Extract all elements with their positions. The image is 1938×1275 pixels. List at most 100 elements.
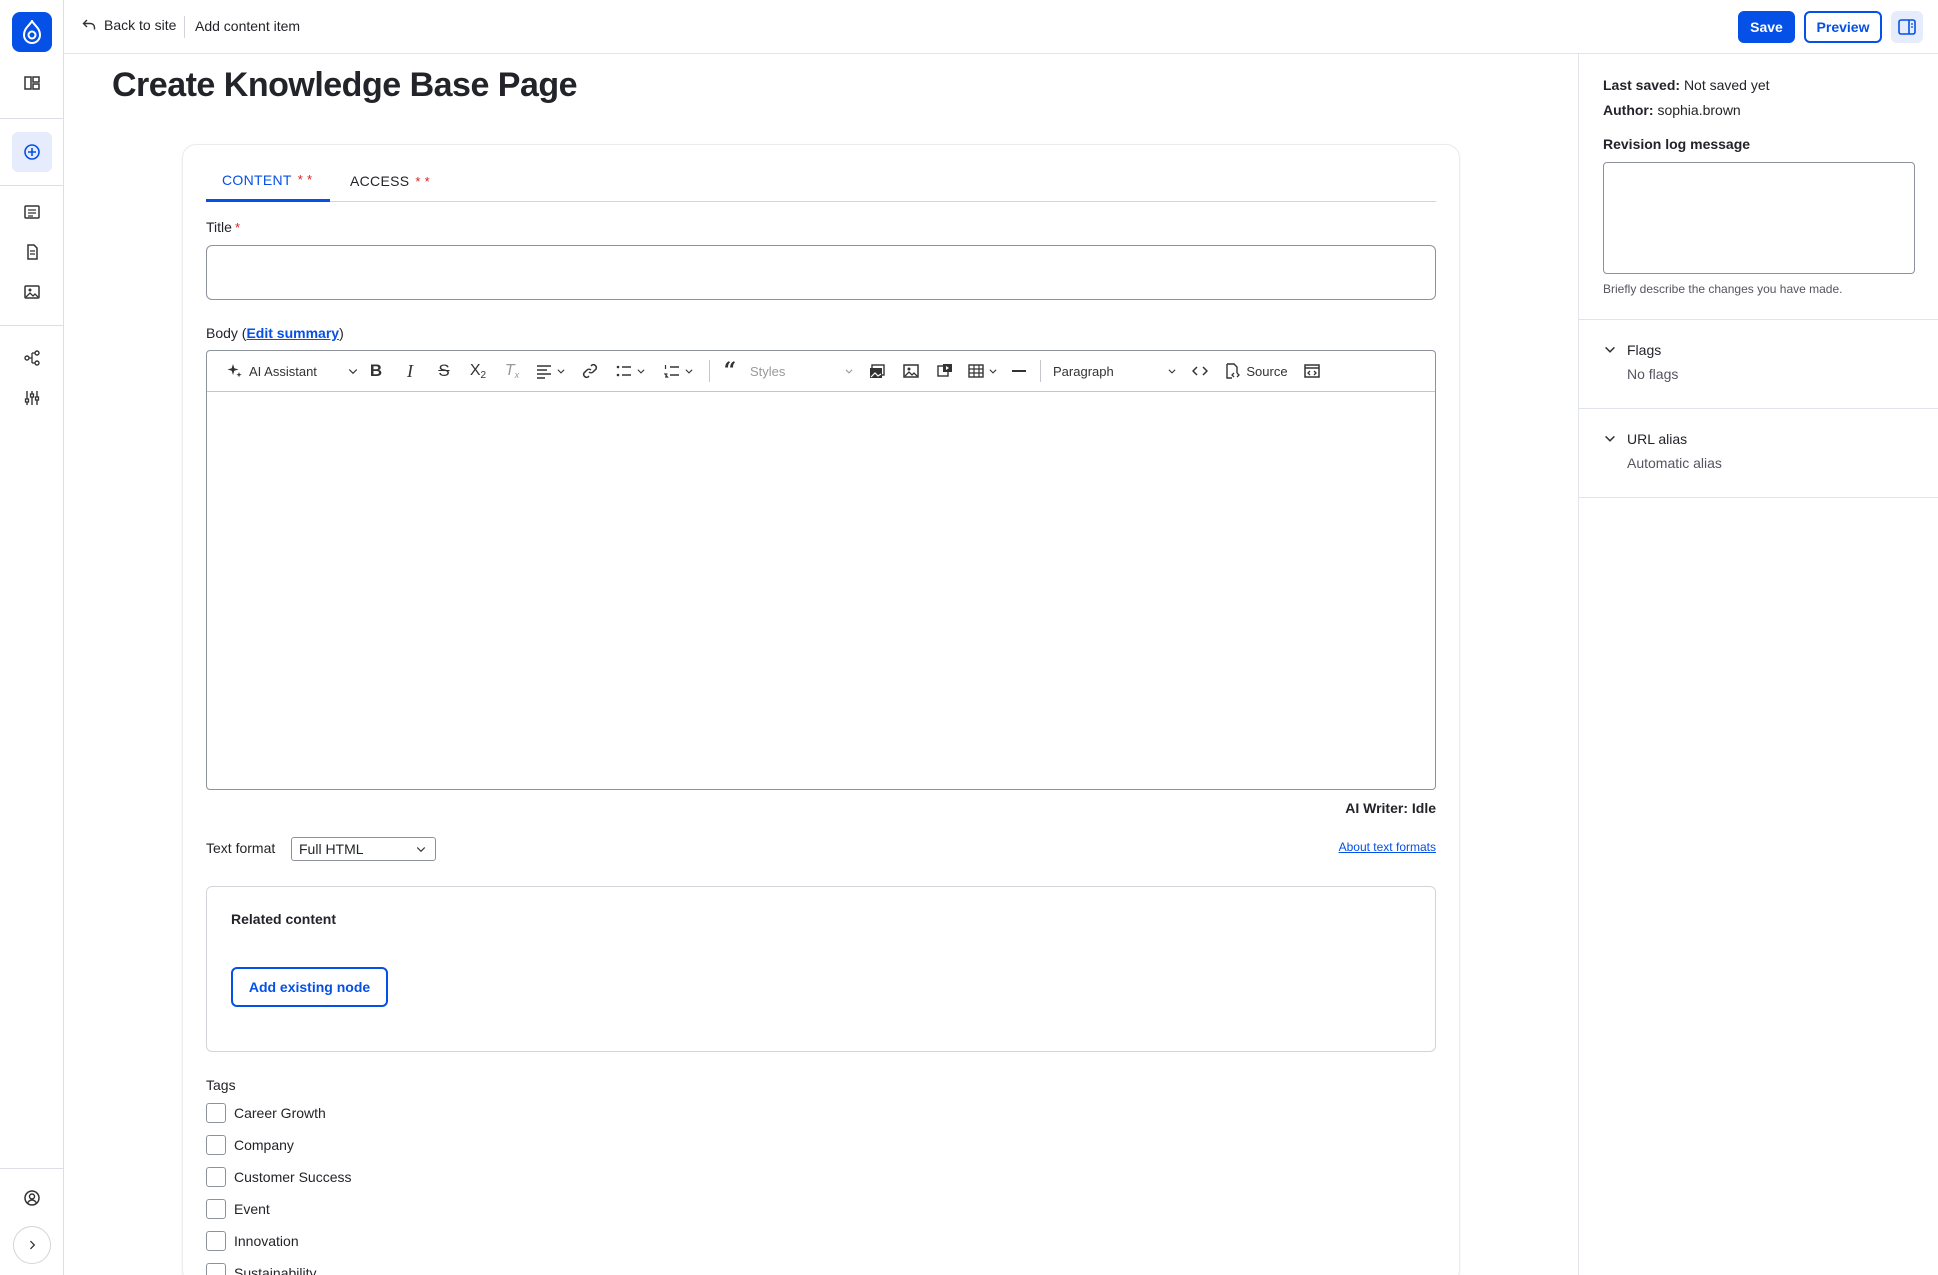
configuration-icon[interactable] <box>12 378 52 418</box>
tag-option[interactable]: Event <box>206 1199 270 1219</box>
horizontal-line-icon[interactable] <box>1004 356 1034 386</box>
media-icon[interactable] <box>12 272 52 312</box>
italic-icon[interactable]: I <box>393 356 427 386</box>
author: Author: sophia.brown <box>1603 102 1741 118</box>
subscript-icon[interactable]: X2 <box>461 356 495 386</box>
page-title: Create Knowledge Base Page <box>112 66 578 104</box>
body-editor[interactable]: AI Assistant B I S X2 Tx “ Styles Paragr… <box>206 350 1436 790</box>
table-dropdown[interactable] <box>962 356 1004 386</box>
body-label-close: ) <box>339 325 344 341</box>
strikethrough-icon[interactable]: S <box>427 356 461 386</box>
chevron-down-icon <box>1168 369 1176 374</box>
tag-label: Customer Success <box>234 1169 352 1185</box>
chevron-down-icon <box>1605 435 1615 442</box>
tag-option[interactable]: Innovation <box>206 1231 299 1251</box>
tag-option[interactable]: Career Growth <box>206 1103 326 1123</box>
top-bar: Back to site Add content item Save Previ… <box>64 0 1938 54</box>
required-marker: * * <box>297 172 313 187</box>
checkbox[interactable] <box>206 1199 226 1219</box>
tab-access-label: ACCESS <box>350 173 410 189</box>
text-format-value: Full HTML <box>299 841 364 857</box>
checkbox[interactable] <box>206 1167 226 1187</box>
tags-label: Tags <box>206 1077 236 1093</box>
last-saved: Last saved: Not saved yet <box>1603 77 1770 93</box>
tab-content[interactable]: CONTENT * * <box>206 160 330 202</box>
revision-log-textarea[interactable] <box>1603 162 1915 274</box>
numbered-list-dropdown[interactable] <box>655 356 703 386</box>
chevron-down-icon <box>557 369 565 374</box>
preview-button[interactable]: Preview <box>1804 11 1882 43</box>
toggle-sidebar-icon[interactable] <box>1891 11 1923 43</box>
last-saved-value: Not saved yet <box>1683 77 1770 93</box>
source-button[interactable]: Source <box>1217 356 1295 386</box>
styles-label: Styles <box>750 363 786 379</box>
bold-icon[interactable]: B <box>359 356 393 386</box>
back-to-site-link[interactable]: Back to site <box>82 17 176 33</box>
heading-label: Paragraph <box>1053 363 1114 379</box>
admin-rail <box>0 0 64 1275</box>
dashboard-icon[interactable] <box>12 63 52 103</box>
url-alias-toggle[interactable]: URL alias <box>1603 431 1687 447</box>
alignment-dropdown[interactable] <box>529 356 573 386</box>
checkbox[interactable] <box>206 1231 226 1251</box>
numbered-list-icon <box>664 365 679 378</box>
tag-label: Company <box>234 1137 294 1153</box>
revision-label: Revision log message <box>1603 136 1751 152</box>
insert-image-icon[interactable] <box>894 356 928 386</box>
tag-label: Sustainability <box>234 1265 317 1275</box>
insert-media-icon[interactable] <box>928 356 962 386</box>
source-label: Source <box>1246 363 1288 379</box>
form-tabs: CONTENT * * ACCESS * * <box>206 160 1436 202</box>
flags-title: Flags <box>1627 342 1662 358</box>
add-existing-node-button[interactable]: Add existing node <box>231 967 388 1007</box>
text-format-select[interactable]: Full HTML <box>291 837 436 861</box>
chevron-down-icon <box>348 369 358 375</box>
tag-label: Event <box>234 1201 270 1217</box>
tag-option[interactable]: Sustainability <box>206 1263 317 1275</box>
back-to-site-label: Back to site <box>104 17 177 33</box>
bulleted-list-dropdown[interactable] <box>607 356 655 386</box>
related-content-fieldset: Related content Add existing node <box>206 886 1436 1052</box>
chevron-down-icon <box>685 369 693 374</box>
blockquote-icon[interactable]: “ <box>716 356 744 386</box>
ai-writer-status: AI Writer: Idle <box>1345 800 1436 816</box>
link-icon[interactable] <box>573 356 607 386</box>
ai-assistant-label: AI Assistant <box>249 363 317 379</box>
about-text-formats-link[interactable]: About text formats <box>1290 840 1436 854</box>
user-account-icon[interactable] <box>12 1178 52 1218</box>
content-list-icon[interactable] <box>12 192 52 232</box>
remove-format-icon[interactable]: Tx <box>495 356 529 386</box>
tag-option[interactable]: Company <box>206 1135 294 1155</box>
media-library-icon[interactable] <box>860 356 894 386</box>
title-label: Title * <box>206 219 240 235</box>
url-alias-summary: Automatic alias <box>1627 455 1722 471</box>
flags-toggle[interactable]: Flags <box>1603 342 1661 358</box>
save-button[interactable]: Save <box>1738 11 1795 43</box>
checkbox[interactable] <box>206 1103 226 1123</box>
drupal-logo-icon[interactable] <box>12 12 52 52</box>
tab-access[interactable]: ACCESS * * <box>350 160 430 202</box>
text-format-label: Text format <box>206 840 276 856</box>
structure-icon[interactable] <box>12 338 52 378</box>
sparkle-icon <box>227 364 242 378</box>
ai-assistant-dropdown[interactable]: AI Assistant <box>219 356 359 386</box>
chevron-down-icon <box>1605 346 1615 353</box>
html-embed-icon[interactable] <box>1295 356 1329 386</box>
title-input[interactable] <box>206 245 1436 300</box>
expand-rail-icon[interactable] <box>13 1226 51 1264</box>
files-icon[interactable] <box>12 232 52 272</box>
checkbox[interactable] <box>206 1263 226 1275</box>
heading-dropdown[interactable]: Paragraph <box>1047 356 1183 386</box>
last-saved-label: Last saved: <box>1603 77 1681 93</box>
checkbox[interactable] <box>206 1135 226 1155</box>
styles-dropdown[interactable]: Styles <box>744 356 860 386</box>
code-icon[interactable] <box>1183 356 1217 386</box>
breadcrumb: Add content item <box>195 18 301 34</box>
create-content-icon[interactable] <box>12 132 52 172</box>
body-label: Body (Edit summary) <box>206 325 344 341</box>
flags-summary: No flags <box>1627 366 1679 382</box>
editor-toolbar: AI Assistant B I S X2 Tx “ Styles Paragr… <box>207 351 1435 392</box>
edit-summary-link[interactable]: Edit summary <box>246 325 339 341</box>
tag-option[interactable]: Customer Success <box>206 1167 351 1187</box>
chevron-down-icon <box>845 369 853 374</box>
